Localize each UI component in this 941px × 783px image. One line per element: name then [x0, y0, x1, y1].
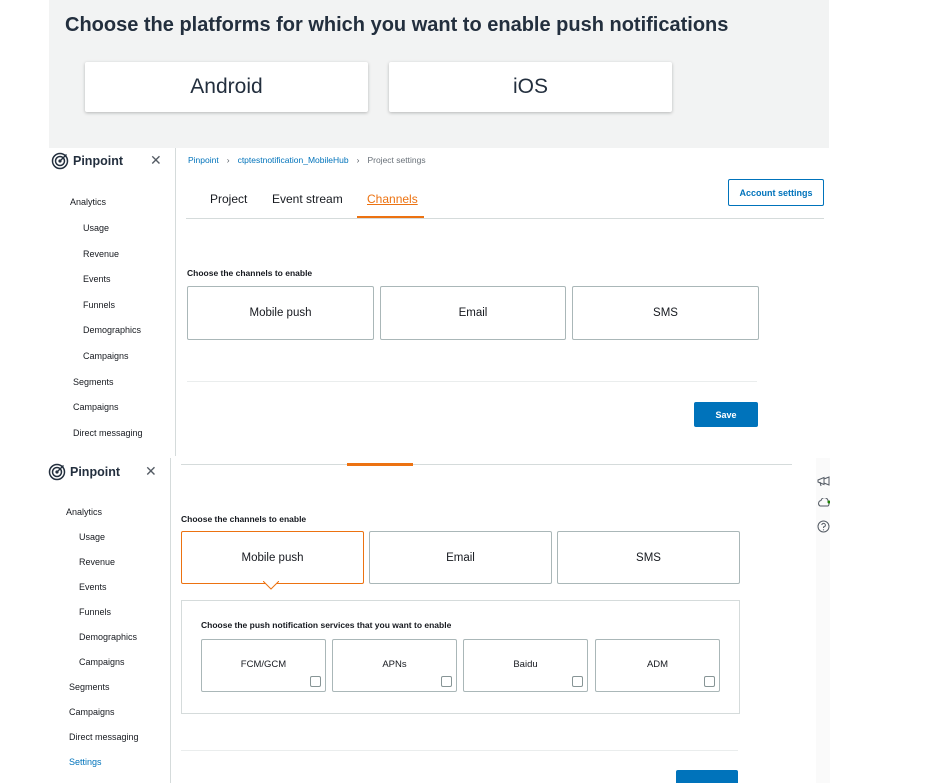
active-tab-indicator [347, 463, 413, 466]
fcm-gcm-label: FCM/GCM [240, 659, 287, 670]
sidebar-item-settings[interactable]: Settings [69, 757, 102, 767]
tab-channels[interactable]: Channels [367, 192, 418, 206]
breadcrumb-pinpoint[interactable]: Pinpoint [188, 155, 219, 165]
adm-label: ADM [646, 659, 669, 670]
email-card[interactable]: Email [380, 286, 566, 340]
sidebar-item-revenue[interactable]: Revenue [79, 557, 115, 567]
ios-platform-card[interactable]: iOS [389, 62, 672, 112]
breadcrumb: Pinpoint › ctptestnotification_MobileHub › P… [188, 155, 426, 165]
push-services-label: Choose the push notification services th… [201, 620, 452, 630]
breadcrumb-separator: › [356, 155, 360, 165]
account-settings-button[interactable]: Account settings [728, 179, 824, 206]
sidebar-item-funnels[interactable]: Funnels [79, 607, 111, 617]
sidebar-item-campaigns[interactable]: Campaigns [73, 402, 119, 412]
sidebar-item-funnels[interactable]: Funnels [83, 300, 115, 310]
close-icon[interactable]: ✕ [150, 153, 162, 167]
baidu-card[interactable]: Baidu [463, 639, 588, 692]
cloud-refresh-icon[interactable] [817, 498, 830, 509]
apns-card[interactable]: APNs [332, 639, 457, 692]
sidebar-item-revenue[interactable]: Revenue [83, 249, 119, 259]
tab-divider [186, 218, 824, 219]
apns-checkbox[interactable] [441, 676, 452, 687]
baidu-checkbox[interactable] [572, 676, 583, 687]
sidebar-item-usage[interactable]: Usage [79, 532, 105, 542]
mobile-push-card[interactable]: Mobile push [181, 531, 364, 584]
target-icon [51, 152, 69, 170]
breadcrumb-current: Project settings [367, 155, 426, 165]
sidebar-item-events[interactable]: Events [79, 582, 107, 592]
save-button[interactable]: Save [694, 402, 758, 427]
fcm-gcm-card[interactable]: FCM/GCM [201, 639, 326, 692]
app-logo[interactable]: Pinpoint [48, 463, 120, 481]
email-card[interactable]: Email [369, 531, 552, 584]
sidebar-item-demographics[interactable]: Demographics [83, 325, 141, 335]
selected-pointer [263, 581, 279, 590]
adm-checkbox[interactable] [704, 676, 715, 687]
app-name: Pinpoint [73, 154, 123, 168]
sidebar-item-demographics[interactable]: Demographics [79, 632, 137, 642]
sidebar-item-analytics[interactable]: Analytics [70, 197, 106, 207]
baidu-label: Baidu [513, 659, 538, 670]
tab-project[interactable]: Project [210, 192, 247, 206]
sidebar-item-analytics-campaigns[interactable]: Campaigns [83, 351, 129, 361]
sidebar: Pinpoint ✕ Analytics Usage Revenue Event… [45, 458, 171, 783]
save-button-partial[interactable] [676, 770, 738, 783]
tab-divider [181, 464, 792, 465]
sidebar-item-analytics-campaigns[interactable]: Campaigns [79, 657, 125, 667]
section-divider [187, 381, 757, 382]
sidebar-item-direct-messaging[interactable]: Direct messaging [69, 732, 139, 742]
right-rail [816, 458, 830, 783]
mobile-push-card[interactable]: Mobile push [187, 286, 374, 340]
app-logo[interactable]: Pinpoint [51, 152, 123, 170]
sidebar: Pinpoint ✕ Analytics Usage Revenue Event… [49, 148, 176, 456]
android-platform-card[interactable]: Android [85, 62, 368, 112]
adm-card[interactable]: ADM [595, 639, 720, 692]
channels-label: Choose the channels to enable [181, 514, 307, 524]
tab-event-stream[interactable]: Event stream [272, 192, 343, 206]
target-icon [48, 463, 66, 481]
sms-card[interactable]: SMS [557, 531, 740, 584]
channels-label: Choose the channels to enable [187, 268, 313, 278]
sidebar-item-analytics[interactable]: Analytics [66, 507, 102, 517]
close-icon[interactable]: ✕ [145, 464, 157, 478]
sidebar-item-events[interactable]: Events [83, 274, 111, 284]
help-icon[interactable] [817, 520, 830, 533]
app-name: Pinpoint [70, 465, 120, 479]
main-content: Pinpoint › ctptestnotification_MobileHub › P… [176, 148, 829, 456]
platform-heading: Choose the platforms for which you want … [65, 14, 729, 36]
sidebar-item-segments[interactable]: Segments [69, 682, 110, 692]
sidebar-item-direct-messaging[interactable]: Direct messaging [73, 428, 143, 438]
sms-card[interactable]: SMS [572, 286, 759, 340]
sidebar-item-segments[interactable]: Segments [73, 377, 114, 387]
megaphone-icon[interactable] [817, 476, 830, 487]
main-content: Choose the channels to enable Mobile pus… [171, 458, 816, 783]
push-services-panel: Choose the push notification services th… [181, 600, 740, 714]
breadcrumb-separator: › [226, 155, 230, 165]
apns-label: APNs [382, 659, 407, 670]
sidebar-item-usage[interactable]: Usage [83, 223, 109, 233]
sidebar-item-campaigns[interactable]: Campaigns [69, 707, 115, 717]
section-divider [181, 750, 738, 751]
fcm-gcm-checkbox[interactable] [310, 676, 321, 687]
breadcrumb-project[interactable]: ctptestnotification_MobileHub [238, 155, 349, 165]
